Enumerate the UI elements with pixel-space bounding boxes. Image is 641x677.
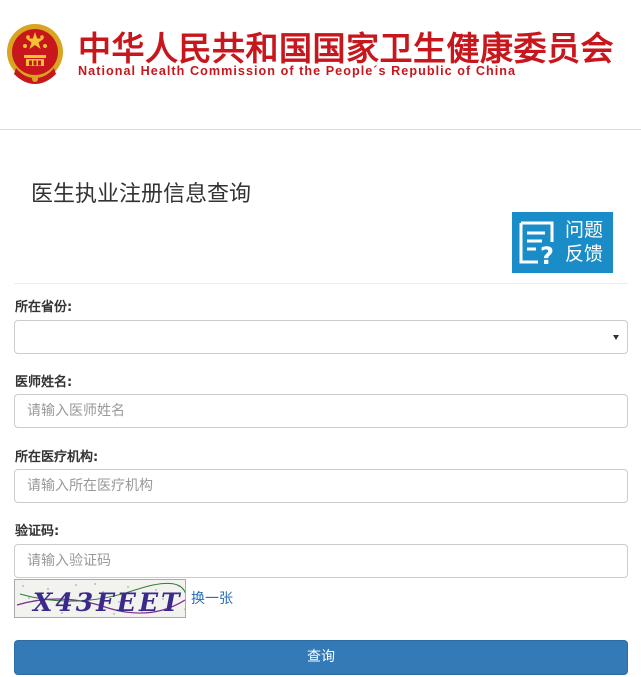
doctor-name-label: 医师姓名:	[15, 375, 73, 390]
feedback-label-line2: 反馈	[565, 243, 604, 265]
national-emblem-icon	[7, 24, 63, 84]
captcha-graphic: X43FEET	[15, 580, 185, 617]
feedback-icon: ?	[519, 221, 554, 266]
refresh-captcha-link[interactable]: 换一张	[191, 588, 233, 608]
captcha-image[interactable]: X43FEET	[14, 579, 186, 618]
query-button[interactable]: 查询	[14, 640, 628, 675]
header-divider	[0, 129, 641, 130]
institution-label: 所在医疗机构:	[15, 450, 99, 465]
chevron-down-icon	[613, 335, 619, 340]
doctor-name-input[interactable]	[14, 394, 628, 428]
org-name-en: National Health Commission of the People…	[78, 64, 517, 78]
institution-input[interactable]	[14, 469, 628, 503]
captcha-label: 验证码:	[15, 524, 60, 539]
province-label: 所在省份:	[15, 300, 73, 315]
page-title: 医生执业注册信息查询	[31, 182, 252, 207]
captcha-text: X43FEET	[31, 588, 183, 617]
captcha-input[interactable]	[14, 544, 628, 578]
feedback-button[interactable]: ? 问题 反馈	[512, 212, 613, 273]
province-select[interactable]	[14, 320, 628, 354]
svg-text:?: ?	[540, 242, 554, 266]
form-divider	[14, 283, 628, 284]
feedback-label-line1: 问题	[565, 219, 604, 241]
site-header: 中华人民共和国国家卫生健康委员会 National Health Commiss…	[0, 0, 641, 95]
org-name-cn: 中华人民共和国国家卫生健康委员会	[78, 29, 614, 68]
